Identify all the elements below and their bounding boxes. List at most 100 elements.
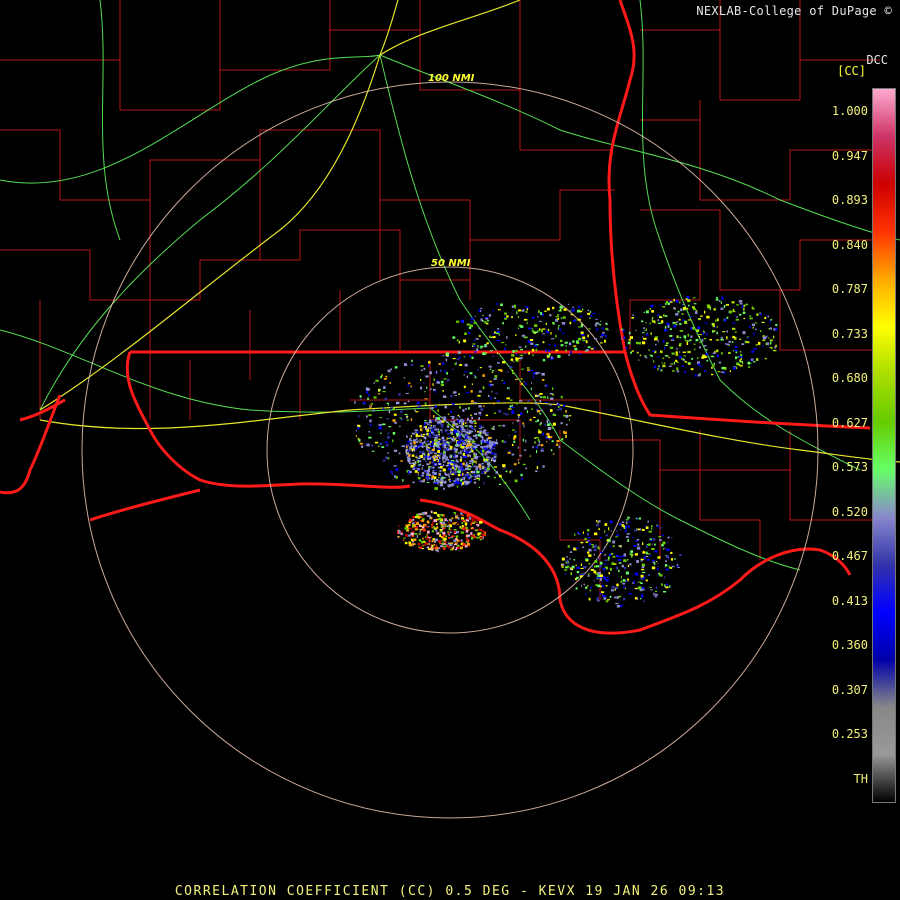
radar-echo-pixel bbox=[736, 304, 739, 306]
radar-echo-pixel bbox=[452, 425, 456, 427]
radar-echo-pixel bbox=[558, 310, 562, 312]
radar-echo-pixel bbox=[609, 567, 612, 571]
radar-echo-pixel bbox=[399, 417, 402, 419]
radar-echo-pixel bbox=[433, 415, 435, 418]
radar-echo-pixel bbox=[474, 425, 477, 427]
radar-echo-pixel bbox=[664, 344, 668, 346]
radar-echo-pixel bbox=[461, 426, 464, 429]
radar-echo-pixel bbox=[634, 587, 638, 589]
radar-echo-pixel bbox=[705, 356, 708, 358]
radar-echo-pixel bbox=[524, 407, 527, 410]
radar-echo-pixel bbox=[414, 528, 419, 531]
radar-echo-pixel bbox=[506, 397, 510, 400]
radar-echo-pixel bbox=[657, 319, 660, 322]
radar-echo-pixel bbox=[536, 450, 538, 453]
radar-echo-pixel bbox=[560, 344, 564, 347]
radar-echo-pixel bbox=[654, 336, 659, 338]
radar-echo-pixel bbox=[646, 310, 649, 314]
radar-echo-pixel bbox=[484, 459, 487, 461]
radar-echo-pixel bbox=[603, 548, 605, 551]
radar-echo-pixel bbox=[598, 322, 600, 325]
radar-echo-pixel bbox=[456, 544, 460, 547]
radar-echo-pixel bbox=[421, 467, 423, 470]
radar-echo-pixel bbox=[480, 310, 482, 312]
radar-echo-pixel bbox=[751, 323, 756, 327]
radar-echo-pixel bbox=[749, 315, 751, 318]
radar-echo-pixel bbox=[637, 581, 641, 583]
radar-echo-pixel bbox=[559, 407, 562, 411]
radar-echo-pixel bbox=[651, 310, 655, 313]
radar-echo-pixel bbox=[752, 307, 755, 310]
radar-echo-pixel bbox=[439, 429, 443, 431]
radar-echo-pixel bbox=[671, 558, 673, 561]
radar-echo-pixel bbox=[408, 454, 411, 457]
radar-echo-pixel bbox=[540, 444, 544, 447]
radar-echo-pixel bbox=[683, 335, 687, 339]
radar-echo-pixel bbox=[412, 459, 415, 461]
radar-echo-pixel bbox=[581, 334, 585, 336]
radar-echo-pixel bbox=[569, 321, 572, 325]
radar-echo-pixel bbox=[464, 332, 467, 335]
radar-echo-pixel bbox=[716, 326, 718, 328]
radar-echo-pixel bbox=[555, 316, 559, 318]
radar-echo-pixel bbox=[625, 519, 629, 521]
radar-echo-pixel bbox=[570, 309, 572, 312]
radar-echo-pixel bbox=[556, 409, 559, 411]
radar-echo-pixel bbox=[446, 449, 449, 451]
radar-echo-pixel bbox=[411, 448, 415, 451]
radar-echo-pixel bbox=[471, 383, 473, 385]
radar-echo-pixel bbox=[453, 391, 457, 394]
radar-echo-pixel bbox=[398, 525, 400, 527]
radar-echo-pixel bbox=[464, 522, 468, 526]
radar-echo-pixel bbox=[547, 427, 552, 430]
radar-echo-pixel bbox=[548, 421, 551, 423]
radar-echo-pixel bbox=[439, 456, 441, 459]
radar-echo-pixel bbox=[410, 418, 413, 421]
radar-echo-pixel bbox=[501, 379, 503, 381]
radar-echo-pixel bbox=[649, 308, 651, 310]
radar-echo-pixel bbox=[411, 535, 415, 537]
radar-echo-pixel bbox=[442, 522, 444, 524]
radar-echo-pixel bbox=[732, 327, 736, 330]
radar-echo-pixel bbox=[728, 351, 731, 354]
radar-echo-pixel bbox=[492, 402, 495, 405]
radar-echo-pixel bbox=[459, 466, 463, 468]
radar-echo-pixel bbox=[464, 435, 468, 437]
radar-echo-pixel bbox=[640, 582, 643, 584]
radar-echo-pixel bbox=[739, 364, 743, 367]
radar-echo-pixel bbox=[397, 536, 400, 538]
radar-echo-pixel bbox=[442, 481, 445, 483]
radar-echo-pixel bbox=[377, 393, 381, 395]
radar-echo-pixel bbox=[574, 347, 577, 351]
radar-echo-pixel bbox=[751, 350, 755, 353]
radar-echo-pixel bbox=[423, 440, 426, 444]
radar-echo-pixel bbox=[452, 368, 454, 370]
radar-echo-pixel bbox=[641, 566, 645, 569]
radar-echo-pixel bbox=[695, 339, 699, 342]
radar-echo-pixel bbox=[411, 454, 415, 457]
radar-echo-pixel bbox=[684, 338, 686, 342]
radar-echo-pixel bbox=[592, 545, 594, 548]
radar-echo-pixel bbox=[495, 471, 498, 474]
radar-echo-pixel bbox=[514, 306, 516, 309]
radar-echo-pixel bbox=[398, 452, 401, 455]
radar-echo-pixel bbox=[541, 312, 544, 316]
radar-echo-pixel bbox=[769, 320, 771, 323]
radar-echo-pixel bbox=[657, 314, 659, 317]
radar-echo-pixel bbox=[401, 445, 405, 447]
radar-echo-pixel bbox=[431, 530, 434, 533]
radar-echo-pixel bbox=[407, 524, 411, 526]
radar-echo-pixel bbox=[463, 440, 465, 442]
radar-echo-pixel bbox=[449, 471, 452, 473]
radar-echo-pixel bbox=[650, 332, 652, 335]
radar-echo-pixel bbox=[442, 531, 446, 535]
radar-echo-pixel bbox=[484, 447, 488, 451]
radar-echo-pixel bbox=[455, 460, 459, 463]
radar-echo-pixel bbox=[448, 460, 452, 462]
radar-echo-pixel bbox=[662, 340, 665, 343]
radar-echo-pixel bbox=[531, 330, 535, 332]
radar-echo-pixel bbox=[715, 299, 719, 301]
radar-echo-pixel bbox=[461, 430, 465, 432]
radar-echo-pixel bbox=[415, 446, 418, 450]
radar-echo-pixel bbox=[434, 487, 438, 490]
